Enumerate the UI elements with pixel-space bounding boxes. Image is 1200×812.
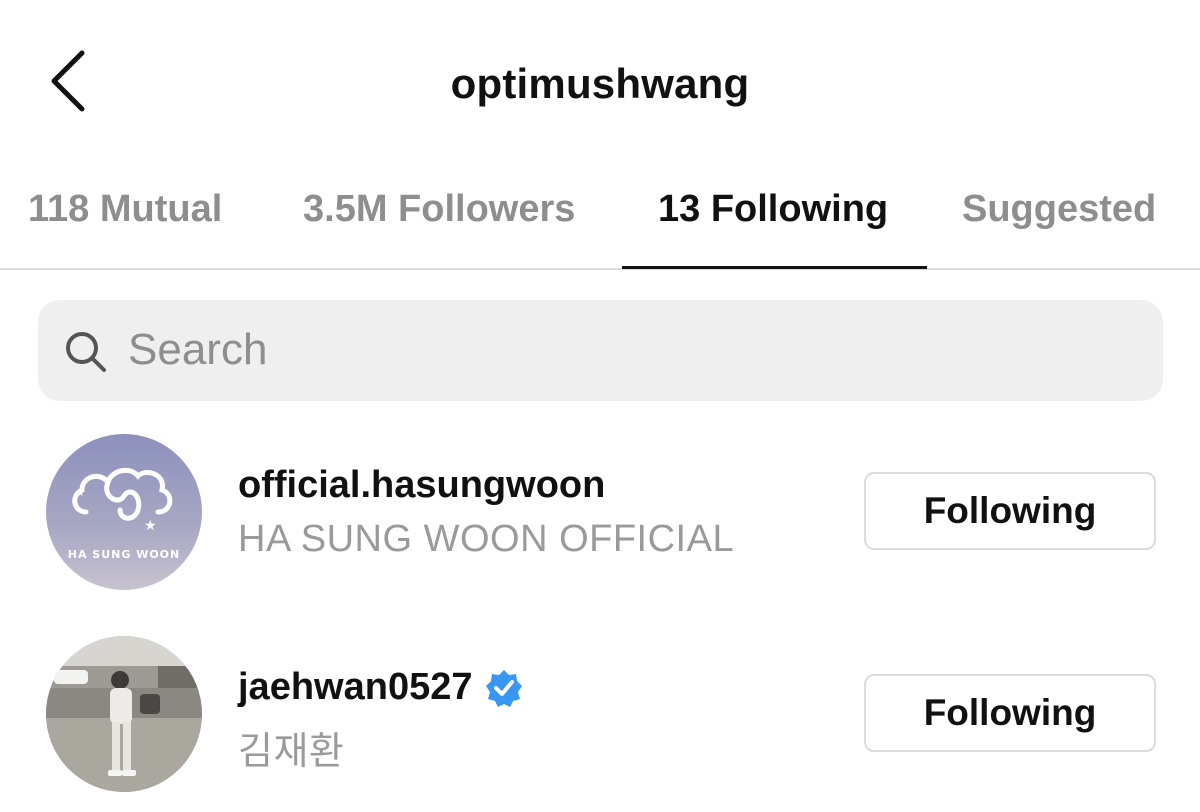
avatar-label: HA SUNG WOON [68,548,181,561]
svg-text:★: ★ [144,518,157,534]
username: jaehwan0527 [238,666,473,708]
hasungwoon-logo-icon: ★ ★ HA SUNG WOON [46,434,202,590]
avatar[interactable]: ★ ★ HA SUNG WOON [46,434,202,590]
full-name: HA SUNG WOON OFFICIAL [238,518,735,560]
header: optimushwang [0,0,1200,170]
tab-bar: 118 Mutual 3.5M Followers 13 Following S… [0,170,1200,270]
svg-text:★: ★ [76,488,85,499]
search-bar[interactable] [38,300,1163,401]
username: official.hasungwoon [238,464,606,506]
avatar[interactable] [46,636,202,792]
page-title: optimushwang [450,60,750,107]
following-button[interactable]: Following [864,674,1156,752]
tab-suggested[interactable]: Suggested [962,188,1156,231]
search-icon [66,332,106,372]
tab-following[interactable]: 13 Following [658,188,888,231]
profile-photo-icon [46,636,202,792]
active-tab-indicator [622,266,927,269]
following-button[interactable]: Following [864,472,1156,550]
full-name: 김재환 [238,731,345,773]
search-input[interactable] [128,322,1078,378]
list-item: ★ ★ HA SUNG WOON official.hasungwoon HA … [0,430,1200,600]
tab-followers[interactable]: 3.5M Followers [303,188,575,231]
verified-badge-icon [486,669,523,707]
list-item: jaehwan0527 김재환 Following [0,632,1200,802]
tab-mutual[interactable]: 118 Mutual [28,188,222,231]
username-link[interactable]: official.hasungwoon [238,464,605,507]
username-link[interactable]: jaehwan0527 [238,666,524,709]
